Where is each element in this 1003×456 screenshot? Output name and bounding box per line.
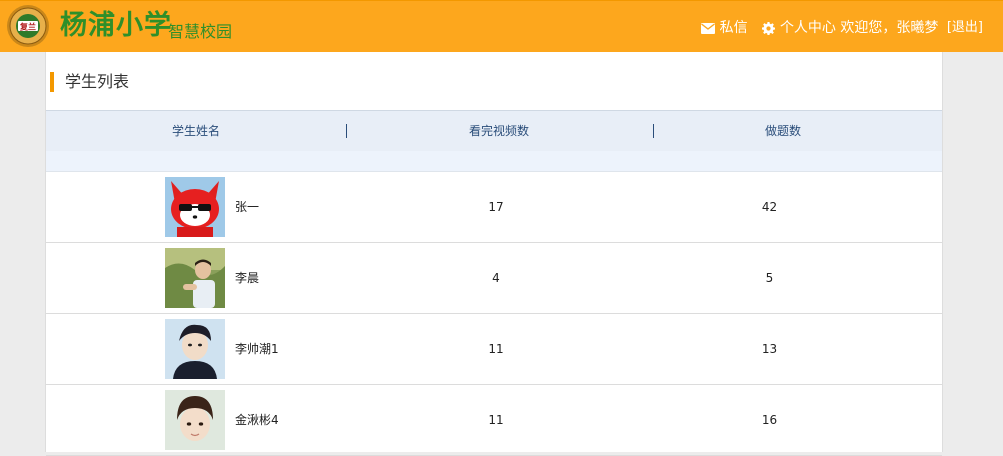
welcome-text: 欢迎您，张曦梦 xyxy=(840,20,939,36)
column-header-questions: 做题数 xyxy=(764,124,801,138)
table-row[interactable]: 张一 17 42 xyxy=(46,172,942,243)
gear-icon xyxy=(762,21,776,35)
videos-count: 17 xyxy=(488,200,504,214)
boy-photo-avatar xyxy=(165,390,225,450)
table-row[interactable]: 金湫彬4 11 16 xyxy=(46,385,942,456)
videos-count: 11 xyxy=(488,413,504,427)
table-row[interactable]: 李帅潮1 11 13 xyxy=(46,314,942,385)
column-header-name: 学生姓名 xyxy=(171,124,220,138)
questions-count: 42 xyxy=(761,200,778,214)
logo-text: 复兰 xyxy=(19,22,36,32)
boy-photo-avatar xyxy=(165,248,225,308)
videos-count: 4 xyxy=(492,271,500,285)
brand-subtitle: 智慧校园 xyxy=(168,22,233,41)
student-name[interactable]: 李帅潮1 xyxy=(235,314,279,384)
student-list-panel: 学生列表 学生姓名 看完视频数 做题数 张一 17 42 李晨 4 5 李帅潮1… xyxy=(45,52,943,456)
questions-count: 5 xyxy=(765,271,774,285)
brand-title[interactable]: 杨浦小学 xyxy=(60,9,172,43)
section-title: 学生列表 xyxy=(50,72,129,92)
table-spacer-band xyxy=(46,151,942,172)
user-toolbar: 私信 个人中心 欢迎您，张曦梦 [退出] xyxy=(701,18,983,38)
column-header-videos: 看完视频数 xyxy=(468,124,529,138)
school-logo-icon: 复兰 xyxy=(7,5,49,47)
logout-link[interactable]: [退出] xyxy=(947,20,983,35)
cartoon-fox-avatar xyxy=(165,177,225,237)
boy-photo-avatar xyxy=(165,319,225,379)
student-name[interactable]: 张一 xyxy=(235,172,259,242)
top-header: 复兰 杨浦小学 智慧校园 私信 个人中心 欢迎您，张曦梦 [退出] xyxy=(0,0,1003,52)
profile-link[interactable]: 个人中心 xyxy=(780,20,836,36)
messages-link[interactable]: 私信 xyxy=(720,20,748,36)
student-name[interactable]: 金湫彬4 xyxy=(235,385,279,455)
questions-count: 13 xyxy=(761,342,778,356)
table-row[interactable]: 李晨 4 5 xyxy=(46,243,942,314)
questions-count: 16 xyxy=(761,413,778,427)
student-name[interactable]: 李晨 xyxy=(235,243,259,313)
table-header: 学生姓名 看完视频数 做题数 xyxy=(46,110,942,152)
videos-count: 11 xyxy=(488,342,504,356)
envelope-icon xyxy=(701,22,716,34)
